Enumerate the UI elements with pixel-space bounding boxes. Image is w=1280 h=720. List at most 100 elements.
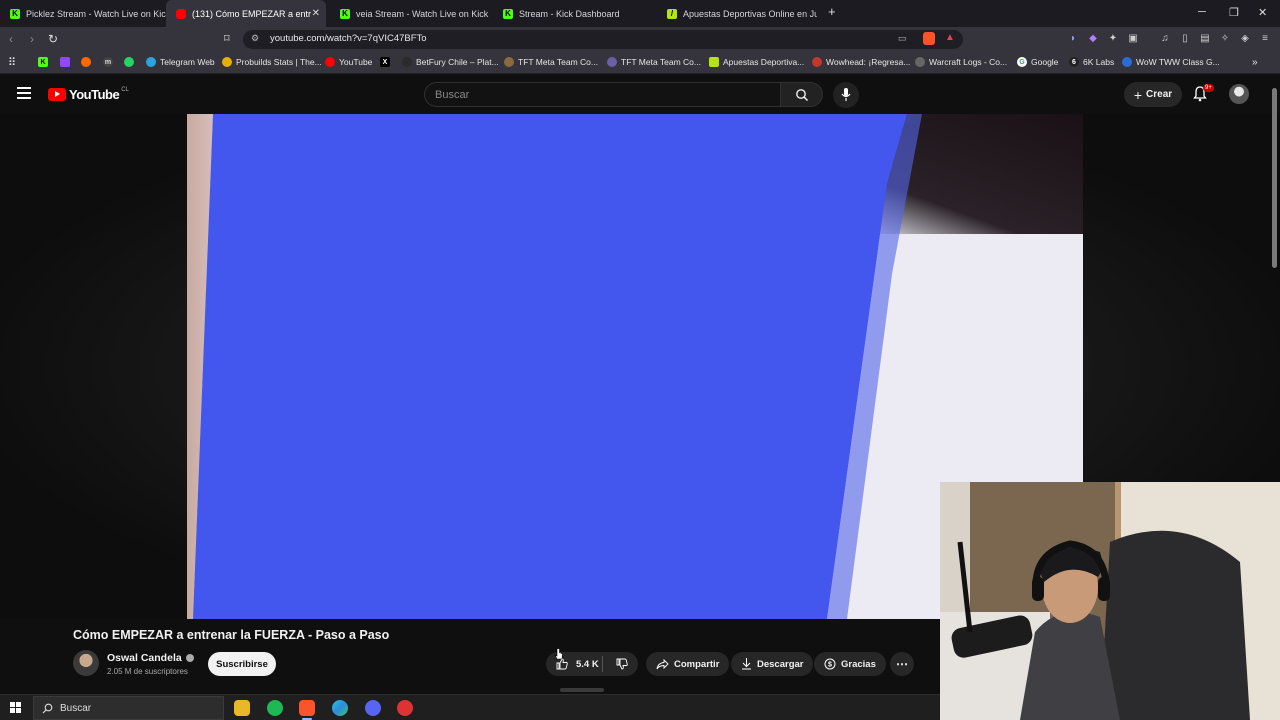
more-actions-icon[interactable]: ⋯ bbox=[890, 652, 914, 676]
svg-text:$: $ bbox=[828, 662, 832, 669]
like-divider bbox=[602, 656, 603, 672]
bookmark-twitch[interactable] bbox=[60, 57, 74, 67]
brave-rewards-icon[interactable]: ▲ bbox=[945, 32, 955, 43]
edge-browser-icon[interactable] bbox=[332, 700, 348, 716]
page-scrollbar[interactable] bbox=[1272, 88, 1277, 268]
spotify-icon[interactable] bbox=[267, 700, 283, 716]
close-window-icon[interactable]: ✕ bbox=[1258, 6, 1267, 19]
address-bar[interactable]: ⚙ youtube.com/watch?v=7qVIC47BFTo ▭ ▲ bbox=[243, 30, 963, 49]
subscribe-button[interactable]: Suscribirse bbox=[208, 652, 276, 676]
mouse-cursor-icon bbox=[554, 648, 563, 660]
taskbar-search-input[interactable]: Buscar bbox=[33, 696, 224, 720]
bookmark-whatsapp[interactable] bbox=[124, 57, 138, 67]
bookmark-label: BetFury Chile – Plat... bbox=[416, 57, 499, 67]
brave-shields-icon[interactable] bbox=[923, 32, 935, 45]
create-button[interactable]: + Crear bbox=[1124, 82, 1182, 107]
bookmark-telegram[interactable]: Telegram Web bbox=[146, 57, 215, 67]
subscriber-count: 2.05 M de suscriptores bbox=[107, 667, 188, 676]
bookmark-betting[interactable]: Apuestas Deportiva... bbox=[709, 57, 804, 67]
site-info-icon[interactable]: ⚙ bbox=[251, 33, 259, 44]
streamer-webcam-image bbox=[940, 482, 1280, 720]
notifications-badge: 9+ bbox=[1203, 84, 1214, 92]
browser-tab[interactable]: K Stream - Kick Dashboard bbox=[493, 0, 653, 27]
cast-icon[interactable]: ▭ bbox=[898, 33, 907, 44]
account-avatar[interactable] bbox=[1229, 84, 1249, 104]
minimize-icon[interactable]: ─ bbox=[1198, 6, 1206, 18]
search-icon bbox=[42, 703, 53, 714]
bookmark-google[interactable]: G Google bbox=[1017, 57, 1058, 67]
brave-browser-icon[interactable] bbox=[299, 700, 315, 716]
bookmark-youtube[interactable]: YouTube bbox=[325, 57, 372, 67]
x-icon: X bbox=[380, 57, 390, 67]
share-button[interactable]: Compartir bbox=[646, 652, 730, 676]
new-tab-icon[interactable]: + bbox=[828, 4, 836, 19]
vpn-icon[interactable]: ◈ bbox=[1239, 33, 1251, 45]
recording-app-icon[interactable] bbox=[397, 700, 413, 716]
wowhead-icon bbox=[812, 57, 822, 67]
voice-search-button[interactable] bbox=[833, 82, 859, 108]
browser-tab-bar: K Picklez Stream - Watch Live on Kick (1… bbox=[0, 0, 1280, 27]
warcraftlogs-icon bbox=[915, 57, 925, 67]
extension-icon[interactable]: ◆ bbox=[1087, 33, 1099, 45]
more-bookmarks-icon[interactable]: » bbox=[1252, 57, 1258, 68]
bookmarks-bar: ⠿ K m Telegram Web Probuilds Stats | The… bbox=[0, 52, 1280, 74]
bookmark-label: WoW TWW Class G... bbox=[1136, 57, 1220, 67]
extension-icon[interactable]: ◗ bbox=[1067, 33, 1079, 45]
extensions-icon[interactable]: ✦ bbox=[1107, 33, 1119, 45]
restore-icon[interactable]: ❐ bbox=[1229, 6, 1239, 19]
bookmark-site[interactable]: m bbox=[103, 57, 117, 67]
thanks-button[interactable]: $ Gracias bbox=[814, 652, 886, 676]
browser-tab[interactable]: K Picklez Stream - Watch Live on Kick bbox=[0, 0, 166, 27]
bookmark-wowhead[interactable]: Wowhead: ¡Regresa... bbox=[812, 57, 910, 67]
twitch-icon bbox=[60, 57, 70, 67]
create-label: Crear bbox=[1146, 89, 1173, 100]
search-input[interactable]: Buscar bbox=[424, 82, 781, 107]
bookmark-tft[interactable]: TFT Meta Team Co... bbox=[504, 57, 598, 67]
channel-name-link[interactable]: Oswal Candela bbox=[107, 652, 194, 664]
bookmark-tft[interactable]: TFT Meta Team Co... bbox=[607, 57, 701, 67]
browser-tab[interactable]: K veia Stream - Watch Live on Kick bbox=[330, 0, 490, 27]
media-icon[interactable]: ♫ bbox=[1159, 33, 1171, 45]
channel-avatar[interactable] bbox=[73, 650, 99, 676]
taskbar-search-placeholder: Buscar bbox=[60, 703, 92, 714]
bookmark-site[interactable] bbox=[81, 57, 95, 67]
forward-icon[interactable]: › bbox=[30, 32, 34, 46]
bookmark-x[interactable]: X bbox=[380, 57, 394, 67]
hamburger-menu-icon[interactable] bbox=[17, 87, 31, 99]
youtube-icon bbox=[176, 8, 186, 19]
kick-icon: K bbox=[340, 8, 350, 19]
leo-ai-icon[interactable]: ✧ bbox=[1219, 33, 1231, 45]
bookmark-label: YouTube bbox=[339, 57, 373, 67]
close-tab-icon[interactable]: ✕ bbox=[312, 8, 320, 19]
bookmark-wow[interactable]: WoW TWW Class G... bbox=[1122, 57, 1220, 67]
bookmark-betfury[interactable]: BetFury Chile – Plat... bbox=[402, 57, 499, 67]
bookmark-probuilds[interactable]: Probuilds Stats | The... bbox=[222, 57, 322, 67]
youtube-header: YouTube CL Buscar + Crear 9+ bbox=[0, 74, 1280, 114]
youtube-logo[interactable]: YouTube CL bbox=[48, 87, 129, 102]
sidebar-icon[interactable]: ▯ bbox=[1179, 33, 1191, 45]
download-button[interactable]: Descargar bbox=[731, 652, 814, 676]
bookmark-6klabs[interactable]: 6 6K Labs bbox=[1069, 57, 1114, 67]
menu-icon[interactable]: ≡ bbox=[1259, 33, 1271, 45]
dislike-button[interactable] bbox=[616, 658, 628, 670]
wallet-icon[interactable]: ▤ bbox=[1199, 33, 1211, 45]
discord-icon[interactable] bbox=[365, 700, 381, 716]
windows-taskbar: Buscar bbox=[0, 694, 940, 720]
back-icon[interactable]: ‹ bbox=[9, 32, 13, 46]
bookmark-icon[interactable]: ⌑ bbox=[224, 32, 230, 45]
search-button[interactable] bbox=[781, 82, 823, 107]
tab-title: veia Stream - Watch Live on Kick bbox=[356, 8, 489, 19]
file-explorer-icon[interactable] bbox=[234, 700, 250, 716]
video-title: Cómo EMPEZAR a entrenar la FUERZA - Paso… bbox=[73, 628, 390, 642]
windows-start-icon[interactable] bbox=[10, 702, 22, 714]
tft-icon bbox=[607, 57, 617, 67]
browser-tab-active[interactable]: (131) Cómo EMPEZAR a entr ✕ bbox=[166, 0, 326, 27]
bookmark-warcraftlogs[interactable]: Warcraft Logs - Co... bbox=[915, 57, 1007, 67]
bookmark-label: Google bbox=[1031, 57, 1059, 67]
youtube-icon bbox=[325, 57, 335, 67]
bookmark-kick[interactable]: K bbox=[38, 57, 52, 67]
screenshot-icon[interactable]: ▣ bbox=[1127, 33, 1139, 45]
browser-tab[interactable]: / Apuestas Deportivas Online en Jugal bbox=[657, 0, 817, 27]
apps-grid-icon[interactable]: ⠿ bbox=[8, 56, 16, 69]
reload-icon[interactable]: ↻ bbox=[48, 32, 58, 46]
